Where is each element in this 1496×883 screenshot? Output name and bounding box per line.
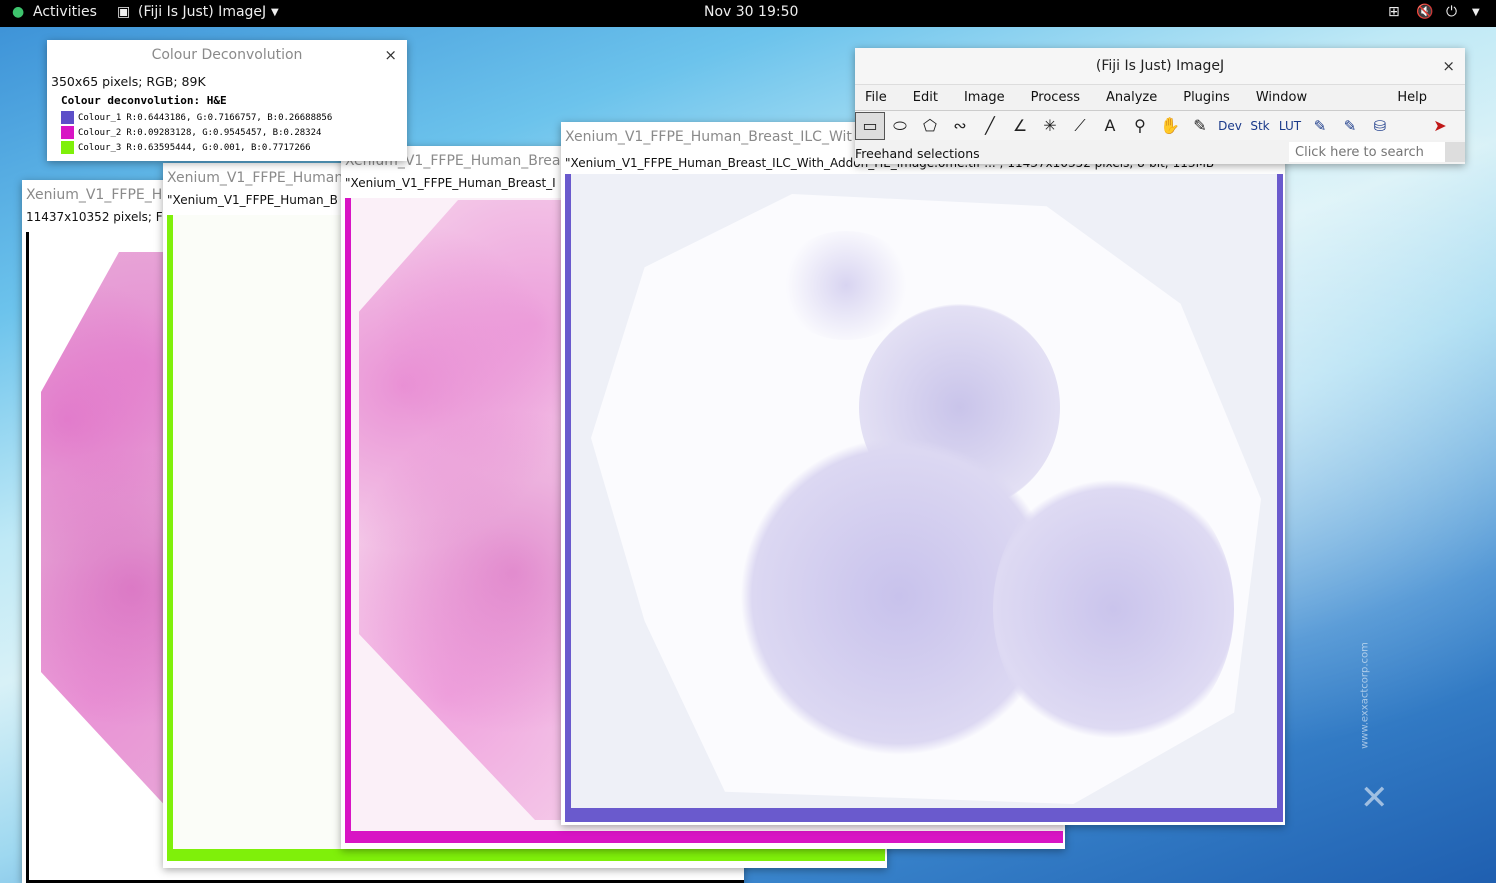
menu-plugins[interactable]: Plugins [1183, 90, 1230, 105]
freehand-tool-icon[interactable]: ∾ [945, 112, 975, 140]
dev-menu-button[interactable]: Dev [1215, 112, 1245, 140]
watermark-text: www.exxactcorp.com [1359, 642, 1371, 749]
activities-icon: ● [12, 4, 25, 20]
colour-swatch [61, 141, 74, 154]
close-icon[interactable]: × [384, 46, 397, 64]
colour-values: R:0.6443186, G:0.7166757, B:0.26688856 [126, 112, 333, 123]
image-window-colour1[interactable]: Xenium_V1_FFPE_Human_Breast_ILC_Wit "Xen… [561, 122, 1285, 825]
color-picker-icon[interactable]: ✎ [1185, 112, 1215, 140]
brush-icon[interactable]: ✎ [1335, 112, 1365, 140]
window-title[interactable]: Colour Deconvolution [47, 40, 407, 70]
menu-bar: File Edit Image Process Analyze Plugins Window… [855, 84, 1465, 110]
colour-label: Colour_3 [78, 142, 122, 153]
search-input[interactable] [1289, 142, 1445, 162]
colour-label: Colour_2 [78, 127, 122, 138]
deconv-row: Colour_1 R:0.6443186, G:0.7166757, B:0.26… [61, 110, 393, 125]
flood-fill-icon[interactable]: ⛁ [1365, 112, 1395, 140]
imagej-main-window[interactable]: (Fiji Is Just) ImageJ × File Edit Image Pro… [855, 48, 1465, 164]
deconv-table: Colour deconvolution: H&E Colour_1 R:0.64… [51, 92, 403, 157]
pencil-icon[interactable]: ✎ [1305, 112, 1335, 140]
colour-values: R:0.09283128, G:0.9545457, B:0.28324 [126, 127, 322, 138]
hand-tool-icon[interactable]: ✋ [1155, 112, 1185, 140]
tissue-image [591, 194, 1261, 804]
angle-tool-icon[interactable]: ∠ [1005, 112, 1035, 140]
polygon-tool-icon[interactable]: ⬠ [915, 112, 945, 140]
tissue-image [359, 200, 579, 820]
menu-edit[interactable]: Edit [913, 90, 938, 105]
network-icon[interactable]: ⊞ [1388, 4, 1400, 20]
menu-help[interactable]: Help [1397, 85, 1427, 111]
text-tool-icon[interactable]: A [1095, 112, 1125, 140]
volume-muted-icon[interactable]: 🔇 [1416, 4, 1433, 20]
stack-menu-button[interactable]: Stk [1245, 112, 1275, 140]
line-tool-icon[interactable]: ╱ [975, 112, 1005, 140]
deconv-row: Colour_2 R:0.09283128, G:0.9545457, B:0.2… [61, 125, 393, 140]
power-icon[interactable]: ⏻ [1446, 4, 1457, 20]
tissue-image [41, 252, 171, 812]
clock[interactable]: Nov 30 19:50 [704, 4, 798, 20]
activities-button[interactable]: Activities [33, 4, 97, 20]
colour-deconvolution-window[interactable]: Colour Deconvolution × 350x65 pixels; RG… [47, 40, 407, 161]
chevron-down-icon: ▼ [271, 7, 279, 18]
oval-tool-icon[interactable]: ⬭ [885, 112, 915, 140]
deconv-header: Colour deconvolution: H&E [61, 94, 227, 107]
toolbar-switcher-icon[interactable]: ➤ [1425, 112, 1455, 140]
close-icon[interactable]: × [1442, 57, 1455, 75]
blank-tool-icon[interactable] [1395, 112, 1425, 140]
top-bar: ● Activities ▣ (Fiji Is Just) ImageJ ▼ N… [0, 0, 1496, 27]
exxact-logo: ✕ [1360, 778, 1389, 818]
wand-tool-icon[interactable]: ⟋ [1065, 112, 1095, 140]
deconv-row: Colour_3 R:0.63595444, G:0.001, B:0.77172… [61, 140, 393, 155]
magnifier-tool-icon[interactable]: ⚲ [1125, 112, 1155, 140]
toolbar: ▭ ⬭ ⬠ ∾ ╱ ∠ ✳ ⟋ A ⚲ ✋ ✎ Dev Stk LUT ✎ ✎ ⛁ ➤ [855, 110, 1465, 140]
colour-swatch [61, 111, 74, 124]
lut-menu-button[interactable]: LUT [1275, 112, 1305, 140]
desktop: ✕ www.exxactcorp.com ● Activities ▣ (Fij… [0, 0, 1496, 883]
point-tool-icon[interactable]: ✳ [1035, 112, 1065, 140]
colour-label: Colour_1 [78, 112, 122, 123]
app-menu-icon: ▣ [117, 4, 131, 20]
menu-image[interactable]: Image [964, 90, 1005, 105]
app-menu-button[interactable]: (Fiji Is Just) ImageJ [138, 4, 266, 20]
image-canvas[interactable] [565, 174, 1283, 822]
menu-window[interactable]: Window [1256, 90, 1307, 105]
colour-swatch [61, 126, 74, 139]
rectangle-tool-icon[interactable]: ▭ [855, 111, 885, 140]
image-info: 350x65 pixels; RGB; 89K [51, 74, 206, 89]
menu-analyze[interactable]: Analyze [1106, 90, 1157, 105]
menu-process[interactable]: Process [1031, 90, 1080, 105]
chevron-down-icon[interactable]: ▼ [1472, 7, 1480, 18]
menu-file[interactable]: File [865, 90, 887, 105]
window-title[interactable]: (Fiji Is Just) ImageJ [855, 48, 1465, 84]
colour-values: R:0.63595444, G:0.001, B:0.7717266 [126, 142, 311, 153]
search-button[interactable] [1445, 142, 1465, 162]
status-text: Freehand selections [855, 146, 980, 161]
